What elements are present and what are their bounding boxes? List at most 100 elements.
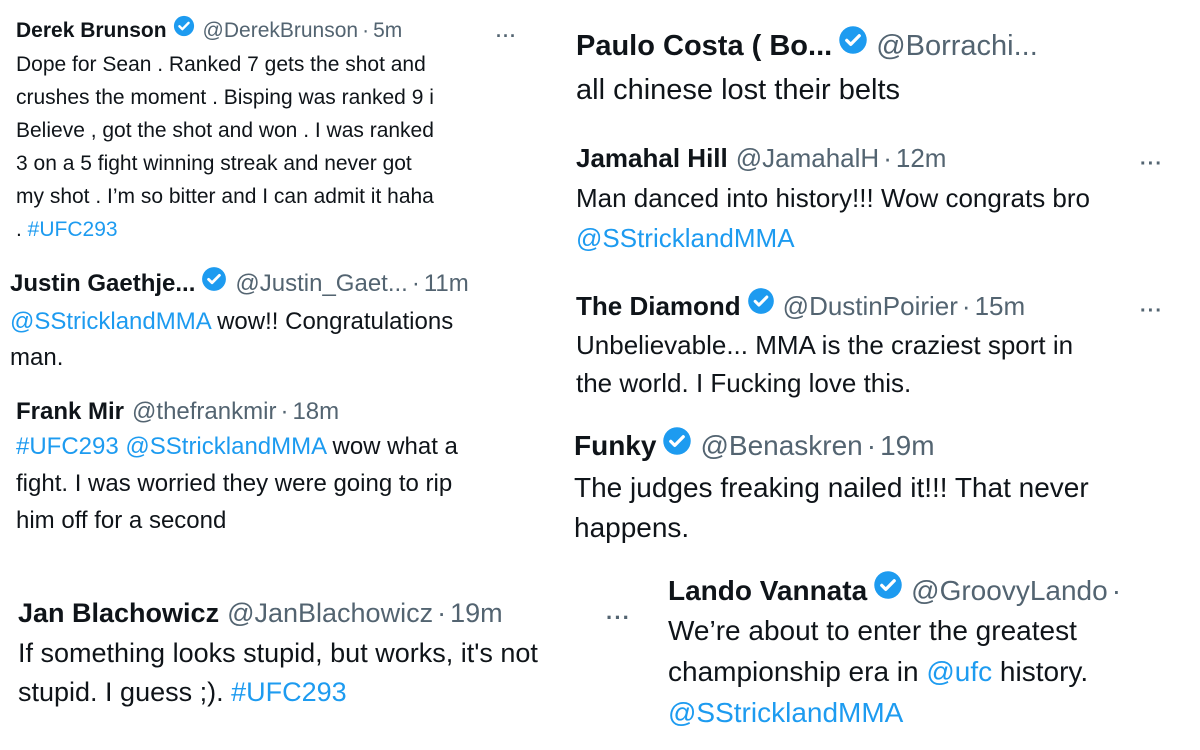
author-name[interactable]: Frank Mir <box>16 393 124 430</box>
separator-dot: · <box>411 270 420 297</box>
tweet-the-diamond[interactable]: The Diamond @DustinPoirier · 15m ··· Unb… <box>576 286 1176 402</box>
text-line: Believe , got the shot and won . I was r… <box>16 114 546 147</box>
text-line: Man danced into history!!! Wow congrats … <box>576 178 1176 218</box>
text-run: wow what a <box>325 433 458 460</box>
author-name[interactable]: Funky <box>574 426 656 466</box>
author-handle[interactable]: @Borrachi... <box>876 24 1038 68</box>
author-name[interactable]: Paulo Costa ( Bo... <box>576 24 832 68</box>
author-handle[interactable]: @JamahalH <box>736 138 879 178</box>
text-run: history. <box>992 656 1089 687</box>
text-line: my shot . I’m so bitter and I can admit … <box>16 180 546 213</box>
tweet-funky[interactable]: Funky @Benaskren · 19m The judges freaki… <box>574 424 1174 548</box>
timestamp[interactable]: 19m <box>450 594 503 633</box>
mention-link[interactable]: @SStricklandMMA <box>576 223 795 253</box>
separator-dot: · <box>362 18 370 42</box>
text-line: The judges freaking nailed it!!! That ne… <box>574 468 1174 508</box>
text-line: him off for a second <box>16 502 556 539</box>
text-line: 3 on a 5 fight winning streak and never … <box>16 147 546 180</box>
tweet-text: The judges freaking nailed it!!! That ne… <box>574 468 1174 548</box>
hashtag-link[interactable]: #UFC293 <box>28 218 118 241</box>
timestamp[interactable]: 12m <box>896 138 947 178</box>
tweet-frank-mir[interactable]: Frank Mir @thefrankmir · 18m #UFC293 @SS… <box>16 394 556 539</box>
author-name[interactable]: The Diamond <box>576 287 741 325</box>
author-handle[interactable]: @DustinPoirier <box>783 287 958 325</box>
text-run: If something looks stupid, but works, it… <box>18 638 538 668</box>
author-name[interactable]: Derek Brunson <box>16 14 167 47</box>
hashtag-link[interactable]: #UFC293 <box>16 433 119 460</box>
text-line: stupid. I guess ;). #UFC293 <box>18 673 648 712</box>
verified-badge-icon <box>662 426 692 467</box>
text-run: We’re about to enter the greatest <box>668 615 1077 646</box>
author-name[interactable]: Justin Gaethje... <box>10 266 195 302</box>
tweet-text: #UFC293 @SStricklandMMA wow what a fight… <box>16 428 556 539</box>
tweet-text: all chinese lost their belts <box>576 68 1136 112</box>
author-name[interactable]: Jan Blachowicz <box>18 594 219 633</box>
text-line: . #UFC293 <box>16 213 546 246</box>
text-run: my shot . I’m so bitter and I can admit … <box>16 185 434 208</box>
text-run: Dope for Sean . Ranked 7 gets the shot a… <box>16 53 426 76</box>
timestamp[interactable]: 19m <box>880 426 934 466</box>
separator-dot: · <box>280 397 289 425</box>
text-line: #UFC293 @SStricklandMMA wow what a <box>16 428 556 465</box>
more-options-icon[interactable]: ··· <box>1140 144 1163 184</box>
text-line: @SStricklandMMA <box>576 218 1176 258</box>
hashtag-link[interactable]: #UFC293 <box>231 677 347 707</box>
text-run: Man danced into history!!! Wow congrats … <box>576 183 1090 213</box>
text-line: all chinese lost their belts <box>576 68 1136 112</box>
author-handle[interactable]: @GroovyLando <box>911 570 1108 611</box>
tweet-text: Unbelievable... MMA is the craziest spor… <box>576 326 1176 402</box>
author-handle[interactable]: @Justin_Gaet... <box>235 266 407 302</box>
text-line: happens. <box>574 508 1174 548</box>
text-run: 3 on a 5 fight winning streak and never … <box>16 152 412 175</box>
text-line: crushes the moment . Bisping was ranked … <box>16 81 546 114</box>
verified-badge-icon <box>838 24 868 68</box>
text-run: stupid. I guess ;). <box>18 677 232 707</box>
text-line: We’re about to enter the greatest <box>668 610 1200 651</box>
tweet-text: Man danced into history!!! Wow congrats … <box>576 178 1176 258</box>
tweet-jan-blachowicz[interactable]: Jan Blachowicz @JanBlachowicz · 19m ··· … <box>18 592 648 712</box>
text-line: the world. I Fucking love this. <box>576 364 1176 402</box>
text-line: fight. I was worried they were going to … <box>16 465 556 502</box>
tweet-lando-vannata[interactable]: Lando Vannata @GroovyLando · We’re about… <box>668 570 1200 733</box>
text-line: @SStricklandMMA wow!! Congratulations <box>10 304 570 340</box>
text-line: If something looks stupid, but works, it… <box>18 634 648 673</box>
separator-dot: · <box>866 430 877 461</box>
tweet-paulo-costa[interactable]: Paulo Costa ( Bo... @Borrachi... all chi… <box>576 24 1136 112</box>
timestamp[interactable]: 15m <box>975 287 1026 325</box>
text-run: The judges freaking nailed it!!! That ne… <box>574 472 1089 503</box>
text-run: crushes the moment . Bisping was ranked … <box>16 86 434 109</box>
more-options-icon[interactable]: ··· <box>1140 292 1163 330</box>
timestamp[interactable]: 5m <box>373 14 402 47</box>
text-run: happens. <box>574 512 690 543</box>
text-line: Dope for Sean . Ranked 7 gets the shot a… <box>16 48 546 81</box>
tweet-justin-gaethje[interactable]: Justin Gaethje... @Justin_Gaet... · 11m … <box>10 264 570 376</box>
tweet-text: We’re about to enter the greatest champi… <box>668 610 1200 733</box>
mention-link[interactable]: @SStricklandMMA <box>10 308 210 335</box>
author-handle[interactable]: @DerekBrunson <box>203 14 359 47</box>
text-line: man. <box>10 340 570 376</box>
more-options-icon[interactable]: ··· <box>606 598 631 637</box>
tweet-jamahal-hill[interactable]: Jamahal Hill @JamahalH · 12m ··· Man dan… <box>576 138 1176 258</box>
mention-link[interactable]: @SStricklandMMA <box>668 697 903 728</box>
separator-dot: · <box>883 143 892 173</box>
author-handle[interactable]: @thefrankmir <box>132 393 276 430</box>
verified-badge-icon <box>173 14 195 47</box>
separator-dot: · <box>437 597 447 628</box>
text-run: Believe , got the shot and won . I was r… <box>16 119 434 142</box>
mention-link[interactable]: @SStricklandMMA <box>125 433 325 460</box>
tweet-text: @SStricklandMMA wow!! Congratulations ma… <box>10 304 570 376</box>
tweet-text: Dope for Sean . Ranked 7 gets the shot a… <box>16 48 546 246</box>
timestamp[interactable]: 11m <box>424 266 469 302</box>
author-name[interactable]: Jamahal Hill <box>576 138 728 178</box>
verified-badge-icon <box>747 287 775 325</box>
author-handle[interactable]: @Benaskren <box>700 426 862 466</box>
separator-dot: · <box>961 291 971 321</box>
tweet-derek-brunson[interactable]: Derek Brunson @DerekBrunson · 5m ··· Dop… <box>16 12 546 246</box>
more-options-icon[interactable]: ··· <box>496 20 517 53</box>
timestamp[interactable]: 18m <box>292 393 339 430</box>
text-run: Unbelievable... MMA is the craziest spor… <box>576 330 1074 360</box>
author-name[interactable]: Lando Vannata <box>668 570 867 611</box>
text-run: the world. I Fucking love this. <box>576 368 912 398</box>
mention-link[interactable]: @ufc <box>926 656 992 687</box>
author-handle[interactable]: @JanBlachowicz <box>227 594 433 633</box>
